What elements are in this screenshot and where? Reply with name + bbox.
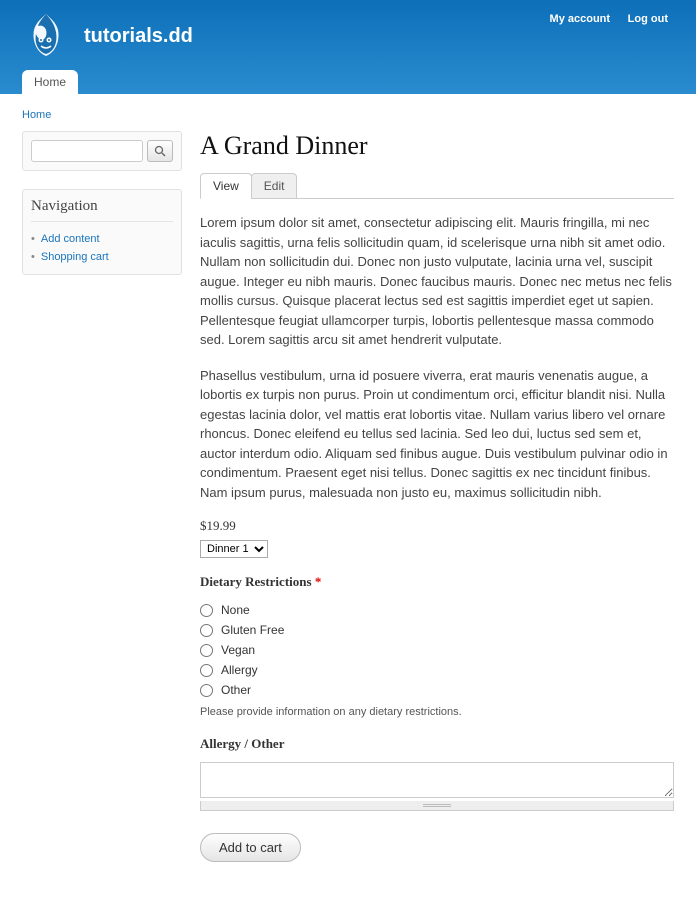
content-tabs: ViewEdit <box>200 173 674 199</box>
sidebar-item-add-content[interactable]: Add content <box>31 230 173 248</box>
breadcrumb-home[interactable]: Home <box>22 109 51 121</box>
breadcrumb: Home <box>0 94 696 131</box>
price-display: $19.99 <box>200 518 674 534</box>
body-paragraph: Phasellus vestibulum, urna id posuere vi… <box>200 366 674 503</box>
sidebar-link[interactable]: Add content <box>41 233 100 245</box>
radio-input[interactable] <box>200 664 213 677</box>
radio-option-none[interactable]: None <box>200 600 674 620</box>
navigation-block: Navigation Add content Shopping cart <box>22 189 182 275</box>
site-header: My account Log out tutorials.dd Home <box>0 0 696 94</box>
radio-option-gluten-free[interactable]: Gluten Free <box>200 620 674 640</box>
dietary-options: None Gluten Free Vegan Allergy Other <box>200 600 674 700</box>
search-icon <box>154 145 166 157</box>
radio-input[interactable] <box>200 644 213 657</box>
radio-input[interactable] <box>200 684 213 697</box>
radio-input[interactable] <box>200 604 213 617</box>
radio-option-allergy[interactable]: Allergy <box>200 660 674 680</box>
logout-link[interactable]: Log out <box>628 13 668 25</box>
search-input[interactable] <box>31 140 143 162</box>
search-button[interactable] <box>147 140 173 162</box>
tab-edit[interactable]: Edit <box>251 173 298 199</box>
radio-option-other[interactable]: Other <box>200 680 674 700</box>
allergy-textarea[interactable] <box>200 762 674 798</box>
radio-input[interactable] <box>200 624 213 637</box>
sidebar-item-shopping-cart[interactable]: Shopping cart <box>31 248 173 266</box>
my-account-link[interactable]: My account <box>550 13 611 25</box>
tab-view[interactable]: View <box>200 173 252 199</box>
variant-select[interactable]: Dinner 1 <box>200 540 268 558</box>
radio-option-vegan[interactable]: Vegan <box>200 640 674 660</box>
required-indicator: * <box>315 574 322 589</box>
sidebar-link[interactable]: Shopping cart <box>41 251 109 263</box>
page-title: A Grand Dinner <box>200 131 674 161</box>
add-to-cart-button[interactable]: Add to cart <box>200 833 301 862</box>
drupal-logo-icon <box>22 10 70 62</box>
textarea-resize-grip[interactable] <box>200 801 674 811</box>
search-block <box>22 131 182 171</box>
allergy-label: Allergy / Other <box>200 736 674 752</box>
site-name: tutorials.dd <box>84 25 193 48</box>
dietary-help-text: Please provide information on any dietar… <box>200 706 674 718</box>
body-paragraph: Lorem ipsum dolor sit amet, consectetur … <box>200 213 674 350</box>
nav-tab-home[interactable]: Home <box>22 70 78 94</box>
sidebar: Navigation Add content Shopping cart <box>22 131 182 862</box>
main-content: A Grand Dinner ViewEdit Lorem ipsum dolo… <box>200 131 674 862</box>
navigation-title: Navigation <box>31 198 173 222</box>
dietary-label: Dietary Restrictions * <box>200 574 674 590</box>
